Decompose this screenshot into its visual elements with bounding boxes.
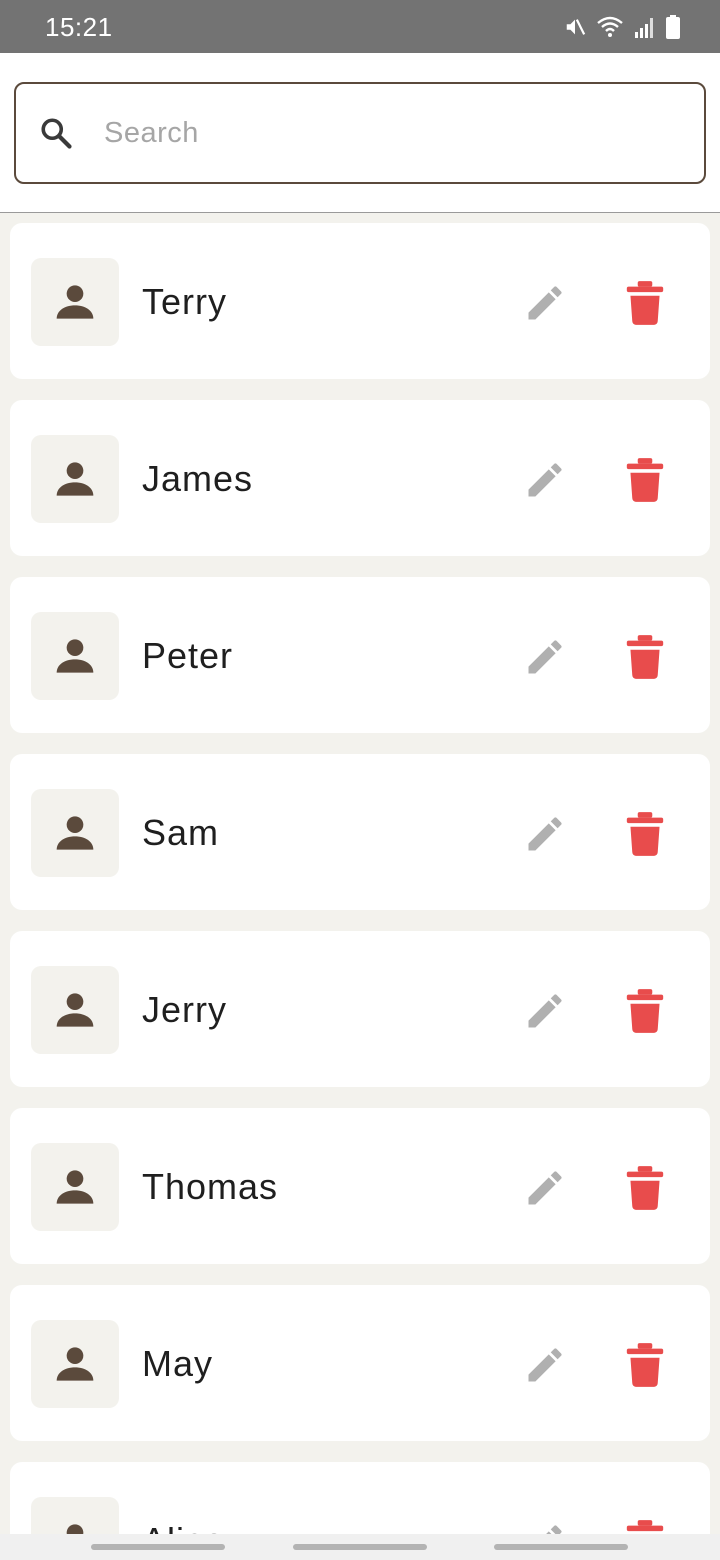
delete-button[interactable] — [615, 804, 675, 864]
edit-icon — [528, 640, 562, 674]
edit-button[interactable] — [515, 1335, 575, 1395]
search-input[interactable] — [104, 106, 664, 160]
edit-button[interactable] — [515, 627, 575, 687]
avatar — [31, 1143, 119, 1231]
delete-icon — [626, 458, 664, 502]
screen: 15:21 Search Terry James Peter Sam Jerry… — [0, 0, 720, 1560]
edit-icon — [528, 463, 562, 497]
battery-icon — [666, 15, 680, 39]
contact-list[interactable]: Terry James Peter Sam Jerry Thomas May — [0, 213, 720, 1534]
contact-card[interactable]: Jerry — [10, 931, 710, 1087]
wifi-icon — [596, 16, 624, 38]
contact-card[interactable]: Sam — [10, 754, 710, 910]
search-icon — [38, 115, 74, 156]
contact-card[interactable]: Thomas — [10, 1108, 710, 1264]
navigation-bar — [0, 1534, 720, 1560]
edit-button[interactable] — [515, 804, 575, 864]
person-icon — [56, 816, 94, 850]
edit-icon — [528, 994, 562, 1028]
status-time: 15:21 — [45, 12, 113, 42]
edit-icon — [528, 1348, 562, 1382]
delete-icon — [626, 1166, 664, 1210]
contact-name: Sam — [142, 812, 220, 853]
edit-icon — [546, 1525, 562, 1534]
contact-name: Terry — [142, 281, 227, 322]
status-icons — [564, 14, 680, 40]
mute-icon — [564, 16, 586, 38]
delete-icon — [626, 281, 664, 325]
delete-button[interactable] — [615, 981, 675, 1041]
edit-icon — [528, 1171, 562, 1205]
delete-button[interactable] — [615, 1512, 675, 1534]
avatar — [31, 789, 119, 877]
contact-name: Alice — [142, 1519, 225, 1534]
avatar — [31, 1497, 119, 1534]
search-header — [0, 53, 720, 213]
contact-name: Peter — [142, 635, 234, 676]
contact-card[interactable]: Terry — [10, 223, 710, 379]
delete-icon — [626, 1343, 664, 1387]
edit-button[interactable] — [515, 981, 575, 1041]
avatar — [31, 1320, 119, 1408]
nav-recents-button[interactable] — [91, 1544, 225, 1550]
search-box[interactable] — [14, 82, 706, 184]
contact-name: James — [142, 458, 254, 499]
edit-button[interactable] — [515, 1512, 575, 1534]
nav-back-button[interactable] — [494, 1544, 628, 1550]
avatar — [31, 966, 119, 1054]
person-icon — [56, 1170, 94, 1204]
person-icon — [56, 462, 94, 496]
avatar — [31, 612, 119, 700]
delete-icon — [626, 812, 664, 856]
person-icon — [56, 1347, 94, 1381]
contact-card[interactable]: James — [10, 400, 710, 556]
contact-name: May — [142, 1343, 214, 1384]
contact-name: Thomas — [142, 1166, 279, 1207]
edit-button[interactable] — [515, 273, 575, 333]
delete-icon — [626, 1520, 664, 1532]
person-icon — [56, 285, 94, 319]
contact-card[interactable]: May — [10, 1285, 710, 1441]
delete-icon — [626, 989, 664, 1033]
person-icon — [56, 639, 94, 673]
delete-button[interactable] — [615, 273, 675, 333]
delete-button[interactable] — [615, 1158, 675, 1218]
edit-button[interactable] — [515, 1158, 575, 1218]
nav-home-button[interactable] — [293, 1544, 427, 1550]
status-bar: 15:21 — [0, 0, 720, 53]
delete-button[interactable] — [615, 627, 675, 687]
edit-icon — [528, 286, 562, 320]
person-icon — [66, 1524, 84, 1534]
edit-icon — [528, 817, 562, 851]
delete-icon — [626, 635, 664, 679]
contact-card[interactable]: Peter — [10, 577, 710, 733]
contact-name: Jerry — [142, 989, 227, 1030]
delete-button[interactable] — [615, 1335, 675, 1395]
edit-button[interactable] — [515, 450, 575, 510]
contact-card[interactable]: Alice — [10, 1462, 710, 1534]
avatar — [31, 435, 119, 523]
person-icon — [56, 993, 94, 1027]
delete-button[interactable] — [615, 450, 675, 510]
avatar — [31, 258, 119, 346]
signal-icon — [634, 16, 656, 38]
